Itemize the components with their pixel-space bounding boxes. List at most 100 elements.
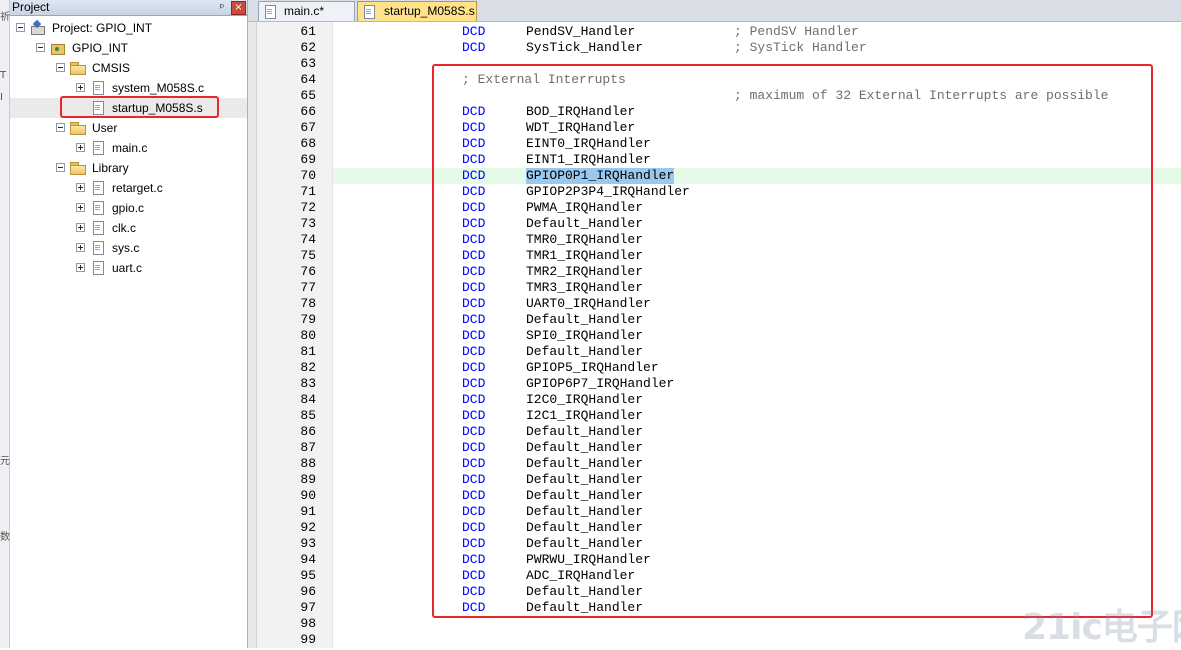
line-number: 69 xyxy=(300,152,316,167)
line-number: 86 xyxy=(300,424,316,439)
collapse-icon[interactable] xyxy=(16,23,25,32)
line-number: 80 xyxy=(300,328,316,343)
expand-icon[interactable] xyxy=(76,243,85,252)
file-icon xyxy=(92,81,104,95)
tab-main-c[interactable]: main.c* xyxy=(258,1,355,21)
tree-item-retarget-c[interactable]: retarget.c xyxy=(10,178,247,198)
tree-item-sys-c[interactable]: sys.c xyxy=(10,238,247,258)
file-icon xyxy=(363,5,375,19)
file-icon xyxy=(92,261,104,275)
line-number: 85 xyxy=(300,408,316,423)
folder-icon xyxy=(70,161,86,175)
line-number: 62 xyxy=(300,40,316,55)
tree-item-clk-c[interactable]: clk.c xyxy=(10,218,247,238)
line-number: 77 xyxy=(300,280,316,295)
expand-icon[interactable] xyxy=(76,203,85,212)
collapse-icon[interactable] xyxy=(56,123,65,132)
tree-item-project-gpio-int[interactable]: Project: GPIO_INT xyxy=(10,18,247,38)
symbol-token: PendSV_Handler xyxy=(526,24,636,39)
editor-tab-bar: main.c* startup_M058S.s xyxy=(248,0,1181,22)
tab-label: main.c* xyxy=(284,4,325,18)
tree-item-main-c[interactable]: main.c xyxy=(10,138,247,158)
line-number: 70 xyxy=(300,168,316,183)
line-number: 68 xyxy=(300,136,316,151)
line-number: 96 xyxy=(300,584,316,599)
folder-icon xyxy=(70,61,86,75)
expand-icon[interactable] xyxy=(76,183,85,192)
line-number: 67 xyxy=(300,120,316,135)
file-icon xyxy=(92,141,104,155)
expand-icon[interactable] xyxy=(76,263,85,272)
line-number: 74 xyxy=(300,232,316,247)
symbol-token: SysTick_Handler xyxy=(526,40,644,55)
watermark: 21ic电子网 xyxy=(1022,598,1181,648)
line-number: 99 xyxy=(300,632,316,647)
target-icon xyxy=(50,41,66,55)
line-number: 89 xyxy=(300,472,316,487)
close-icon[interactable]: × xyxy=(231,1,246,15)
line-number: 79 xyxy=(300,312,316,327)
expand-icon[interactable] xyxy=(76,223,85,232)
tree-item-uart-c[interactable]: uart.c xyxy=(10,258,247,278)
tree-item-label: sys.c xyxy=(112,241,140,255)
line-number: 66 xyxy=(300,104,316,119)
edge-glyph: T xyxy=(0,70,7,81)
comment-token: ; SysTick Handler xyxy=(734,40,867,55)
tree-item-library[interactable]: Library xyxy=(10,158,247,178)
line-number: 95 xyxy=(300,568,316,583)
project-panel-header: Project ᵖ × xyxy=(10,0,247,16)
collapse-icon[interactable] xyxy=(36,43,45,52)
tree-item-gpio-c[interactable]: gpio.c xyxy=(10,198,247,218)
tree-item-label: uart.c xyxy=(112,261,143,275)
tree-item-label: Project: GPIO_INT xyxy=(52,21,153,35)
tree-item-label: clk.c xyxy=(112,221,136,235)
folder-icon xyxy=(70,121,86,135)
line-number: 98 xyxy=(300,616,316,631)
annotation-highlight-box xyxy=(60,96,219,118)
expand-icon[interactable] xyxy=(76,143,85,152)
directive-token: DCD xyxy=(462,40,486,55)
tree-item-label: gpio.c xyxy=(112,201,145,215)
edge-glyph: 祈 xyxy=(0,12,10,23)
edge-glyph: 元 xyxy=(0,456,10,467)
file-icon xyxy=(92,181,104,195)
edge-glyph: I xyxy=(0,92,3,103)
line-number: 88 xyxy=(300,456,316,471)
tree-item-user[interactable]: User xyxy=(10,118,247,138)
file-icon xyxy=(92,241,104,255)
line-number: 84 xyxy=(300,392,316,407)
edge-glyph: 数 xyxy=(0,532,10,543)
line-number: 78 xyxy=(300,296,316,311)
line-number: 72 xyxy=(300,200,316,215)
line-number: 81 xyxy=(300,344,316,359)
line-number: 64 xyxy=(300,72,316,87)
tree-item-label: system_M058S.c xyxy=(112,81,205,95)
comment-token: ; PendSV Handler xyxy=(734,24,859,39)
pin-icon[interactable]: ᵖ xyxy=(216,0,228,15)
expand-icon[interactable] xyxy=(76,83,85,92)
tree-item-system-m058s-c[interactable]: system_M058S.c xyxy=(10,78,247,98)
code-line[interactable]: 61 DCD PendSV_Handler ; PendSV Handler xyxy=(248,24,1181,40)
file-icon xyxy=(92,201,104,215)
collapse-icon[interactable] xyxy=(56,163,65,172)
project-icon xyxy=(30,21,46,35)
line-number: 91 xyxy=(300,504,316,519)
file-icon xyxy=(264,5,276,19)
tree-item-gpio-int[interactable]: GPIO_INT xyxy=(10,38,247,58)
line-number: 76 xyxy=(300,264,316,279)
line-number: 61 xyxy=(300,24,316,39)
tree-item-cmsis[interactable]: CMSIS xyxy=(10,58,247,78)
annotation-highlight-box xyxy=(432,64,1153,618)
tree-item-label: Library xyxy=(92,161,129,175)
line-number: 82 xyxy=(300,360,316,375)
line-number: 75 xyxy=(300,248,316,263)
line-number: 63 xyxy=(300,56,316,71)
collapse-icon[interactable] xyxy=(56,63,65,72)
line-number: 83 xyxy=(300,376,316,391)
tree-item-label: CMSIS xyxy=(92,61,131,75)
tree-item-label: GPIO_INT xyxy=(72,41,129,55)
tab-label: startup_M058S.s xyxy=(384,4,475,18)
line-number: 90 xyxy=(300,488,316,503)
code-line[interactable]: 62 DCD SysTick_Handler ; SysTick Handler xyxy=(248,40,1181,56)
tab-startup-m058s[interactable]: startup_M058S.s xyxy=(357,1,477,21)
